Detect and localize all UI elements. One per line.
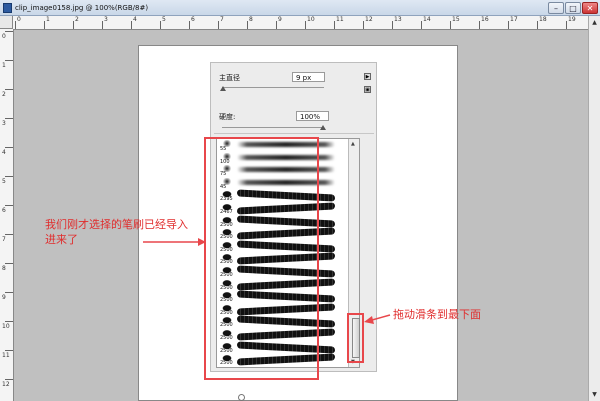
arrow-to-scroll-thumb — [371, 314, 391, 321]
page-origin-marker — [238, 394, 245, 401]
annotation-arrows — [143, 238, 391, 324]
arrow-head-scroll-thumb — [364, 316, 374, 324]
arrow-head-brush-list — [198, 238, 206, 246]
